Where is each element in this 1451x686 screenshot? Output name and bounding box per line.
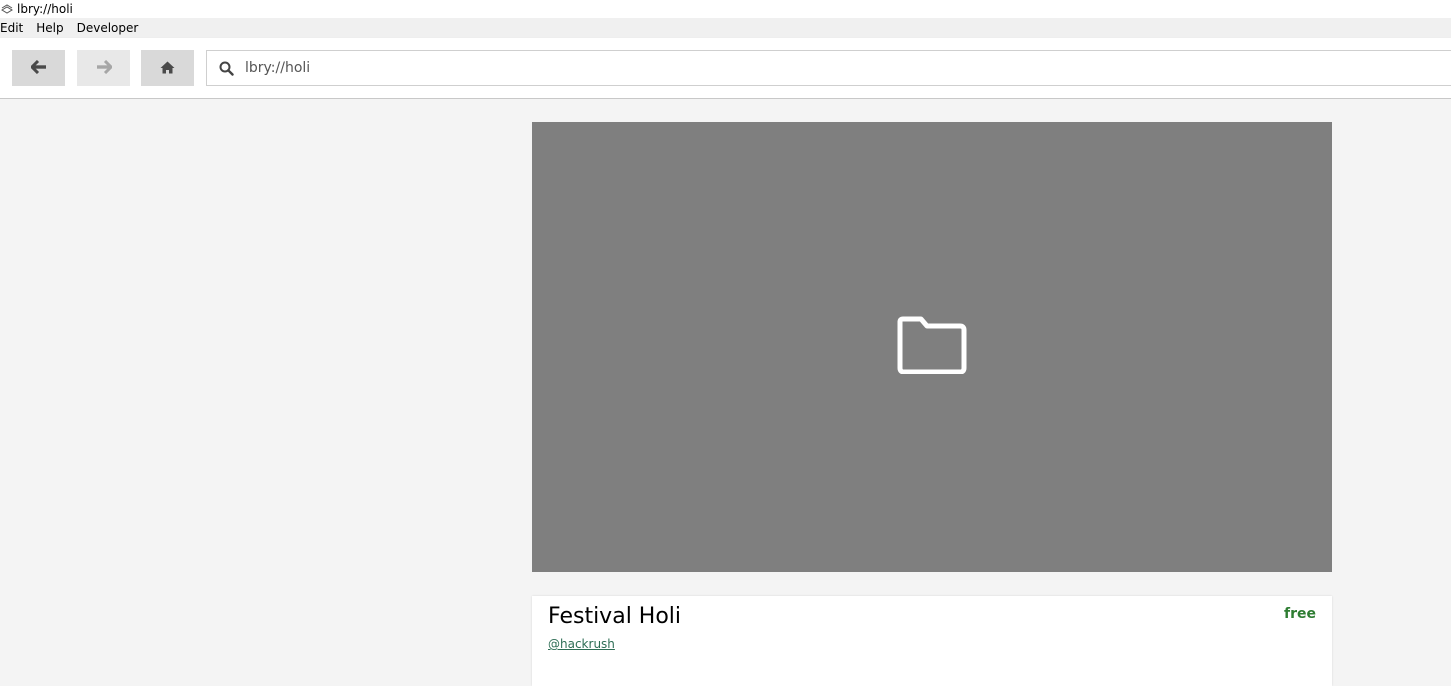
arrow-right-icon <box>96 59 113 78</box>
lbry-app-icon <box>0 2 14 16</box>
address-bar[interactable] <box>206 50 1451 86</box>
media-thumbnail[interactable] <box>532 122 1332 572</box>
toolbar <box>0 38 1451 99</box>
menu-developer[interactable]: Developer <box>77 21 145 35</box>
arrow-left-icon <box>29 59 47 78</box>
window-titlebar: lbry://holi <box>0 0 1451 18</box>
menu-bar: Edit Help Developer <box>0 18 1451 38</box>
forward-button[interactable] <box>77 50 130 86</box>
content-title: Festival Holi <box>548 604 682 629</box>
home-icon <box>160 59 175 78</box>
window-title: lbry://holi <box>17 2 73 16</box>
content-info-card: Festival Holi free @hackrush <box>532 596 1332 686</box>
price-badge: free <box>1284 606 1316 622</box>
main-content: Festival Holi free @hackrush <box>0 99 1451 686</box>
search-icon <box>207 50 245 86</box>
menu-edit[interactable]: Edit <box>0 21 29 35</box>
home-button[interactable] <box>141 50 194 86</box>
menu-help[interactable]: Help <box>36 21 69 35</box>
back-button[interactable] <box>12 50 65 86</box>
folder-icon <box>897 316 967 378</box>
channel-link[interactable]: @hackrush <box>548 637 615 651</box>
address-input[interactable] <box>245 53 1425 83</box>
